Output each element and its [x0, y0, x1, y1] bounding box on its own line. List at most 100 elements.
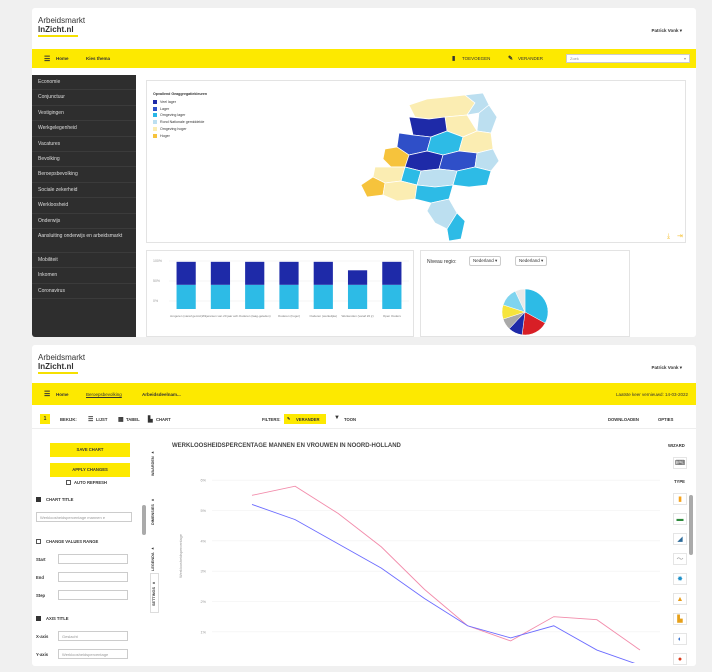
- x-axis-input[interactable]: Geslacht: [58, 631, 128, 641]
- bar-chart-panel: 100% 50% 0% Jongeren (vanaf gemid.) Wiije…: [146, 250, 414, 337]
- tab-settings-label: SETTINGS: [152, 586, 156, 606]
- apply-changes-button[interactable]: APPLY CHANGES: [50, 463, 130, 477]
- horizontal-bar-type-icon[interactable]: ▬: [673, 513, 687, 525]
- chart-settings-panel: SAVE CHART APPLY CHANGES AUTO REFRESH CH…: [32, 431, 148, 666]
- bar: [176, 284, 196, 309]
- nav-home[interactable]: Home: [56, 56, 69, 61]
- chart-title-checkbox[interactable]: [36, 497, 41, 502]
- sidebar-item[interactable]: Aansluiting onderwijs en arbeidsmarkt: [32, 229, 136, 253]
- tab-waarden[interactable]: WAARDEN ▸: [150, 441, 159, 485]
- step-badge: 1: [40, 414, 50, 424]
- breadcrumb-link[interactable]: Beroepsbevolking: [86, 392, 122, 397]
- y-tick-label: 5%: [201, 509, 207, 513]
- stacked-bar-type-icon[interactable]: ▙: [673, 613, 687, 625]
- download-icon: ⤓: [667, 233, 670, 240]
- chart-icon[interactable]: ▙: [148, 416, 153, 423]
- series-line: [251, 485, 641, 651]
- wizard-icon[interactable]: ⌨: [673, 457, 687, 469]
- bar: [313, 284, 333, 309]
- sidebar-item[interactable]: Werkgelegenheid: [32, 121, 136, 137]
- sidebar-item[interactable]: Mobiliteit: [32, 253, 136, 269]
- sidebar-item[interactable]: Werkloosheid: [32, 198, 136, 214]
- expand-icon: ⇥: [677, 233, 683, 240]
- add-icon[interactable]: ▮: [452, 55, 455, 62]
- sidebar-item[interactable]: Sociale zekerheid: [32, 183, 136, 199]
- bar-chart[interactable]: Jongeren (vanaf gemid.) Wiijereisen van 2…: [147, 251, 415, 337]
- view-list[interactable]: LIJST: [96, 417, 107, 422]
- sidebar-item[interactable]: Bevolking: [32, 152, 136, 168]
- pie-chart[interactable]: [421, 251, 631, 337]
- bar-category-label: Werkenden (vanaf 20 jr): [342, 314, 374, 318]
- tab-settings[interactable]: SETTINGS ▸: [150, 573, 159, 613]
- auto-refresh-label: AUTO REFRESH: [74, 480, 107, 485]
- user-menu[interactable]: Patrick Vonk ▾: [652, 365, 682, 371]
- user-menu[interactable]: Patrick Vonk ▾: [652, 28, 682, 34]
- filter-icon[interactable]: ▼: [334, 415, 340, 421]
- view-table[interactable]: TABEL: [126, 417, 140, 422]
- auto-refresh-checkbox[interactable]: [66, 480, 71, 485]
- donut-chart-type-icon[interactable]: ●: [673, 653, 687, 665]
- bar: [245, 261, 265, 285]
- tab-dimensies[interactable]: DIMENSIES ▸: [150, 489, 159, 535]
- save-chart-button[interactable]: SAVE CHART: [50, 443, 130, 457]
- y-tick-label: 3%: [201, 570, 207, 574]
- start-input[interactable]: [58, 554, 128, 564]
- search-input[interactable]: Zoek ▾: [566, 54, 690, 63]
- hamburger-icon[interactable]: ☰: [44, 55, 50, 63]
- map-panel: Opvallend Geaggregatiekleuren Veel lager…: [146, 80, 686, 243]
- nav-home[interactable]: Home: [56, 392, 69, 397]
- site-logo[interactable]: Arbeidsmarkt InZicht.nl: [38, 16, 85, 37]
- toolbar: 1 BEKIJK: ☰ LIJST ▦ TABEL ▙ CHART FILTER…: [32, 409, 696, 429]
- user-name: Patrick Vonk: [651, 365, 679, 370]
- y-axis-input[interactable]: Werkloosheidspercentage: [58, 649, 128, 659]
- table-icon[interactable]: ▦: [118, 416, 124, 423]
- bar: [279, 284, 299, 309]
- change-values-checkbox[interactable]: [36, 539, 41, 544]
- sidebar-item[interactable]: Onderwijs: [32, 214, 136, 229]
- radar-chart-type-icon[interactable]: ✸: [673, 573, 687, 585]
- sidebar-item[interactable]: Economie: [32, 75, 136, 91]
- netherlands-map[interactable]: ⤓ ⇥: [147, 81, 687, 244]
- sidebar-item[interactable]: Inkomen: [32, 268, 136, 284]
- type-scrollbar[interactable]: [689, 495, 693, 555]
- download-button[interactable]: DOWNLOADEN: [608, 417, 639, 422]
- end-input[interactable]: [58, 572, 128, 582]
- step-input[interactable]: [58, 590, 128, 600]
- dashboard-screenshot: Arbeidsmarkt InZicht.nl Patrick Vonk ▾ ☰…: [32, 8, 696, 337]
- options-button[interactable]: OPTIES: [658, 417, 673, 422]
- bar-chart-type-icon[interactable]: ▮: [673, 493, 687, 505]
- sidebar-item[interactable]: Vacatures: [32, 137, 136, 152]
- change-filter-button[interactable]: ✎ VERANDER: [284, 414, 326, 424]
- add-button[interactable]: TOEVOEGEN: [462, 56, 490, 61]
- filters-label: FILTERS:: [262, 417, 281, 422]
- site-logo[interactable]: Arbeidsmarkt InZicht.nl: [38, 353, 85, 374]
- sidebar-item[interactable]: Beroepsbevolking: [32, 167, 136, 183]
- sidebar-item[interactable]: Coronavirus: [32, 284, 136, 300]
- breadcrumb-current: Arbeidsdeelnam...: [142, 391, 181, 397]
- hamburger-icon[interactable]: ☰: [44, 390, 50, 398]
- change-values-label: CHANGE VALUES RANGE: [46, 539, 99, 544]
- pencil-icon: ✎: [287, 416, 291, 421]
- bar-category-label: Wiijereisen van 20 jaar ach.: [202, 314, 239, 318]
- pie-chart-type-icon[interactable]: ◐: [673, 633, 687, 645]
- line-chart[interactable]: 6% 5% 4% 3% 2% 1% Werkloosheidspercentage: [166, 435, 666, 663]
- bar: [245, 284, 265, 309]
- list-icon[interactable]: ☰: [88, 416, 93, 423]
- sidebar-item[interactable]: Conjunctuur: [32, 90, 136, 106]
- tab-dimensies-label: DIMENSIES: [151, 504, 155, 526]
- settings-scrollbar[interactable]: [142, 505, 146, 535]
- chart-title-input[interactable]: Werkloosheidspercentage mannen e: [36, 512, 132, 522]
- line-chart-type-icon[interactable]: 〜: [673, 553, 687, 565]
- change-button[interactable]: VERANDER: [518, 56, 543, 61]
- view-chart[interactable]: CHART: [156, 417, 171, 422]
- y-tick-label: 2%: [201, 600, 207, 604]
- show-filter-button[interactable]: TOON: [344, 417, 356, 422]
- pencil-icon[interactable]: ✎: [508, 55, 513, 62]
- area-chart-type-icon[interactable]: ◢: [673, 533, 687, 545]
- nav-choose-theme[interactable]: Kies thema: [86, 56, 110, 61]
- stacked-area-type-icon[interactable]: ▲: [673, 593, 687, 605]
- bar-category-label: Open Ouders: [383, 314, 402, 318]
- axis-title-checkbox[interactable]: [36, 616, 41, 621]
- sidebar-item[interactable]: Vestigingen: [32, 106, 136, 122]
- bar: [382, 284, 402, 309]
